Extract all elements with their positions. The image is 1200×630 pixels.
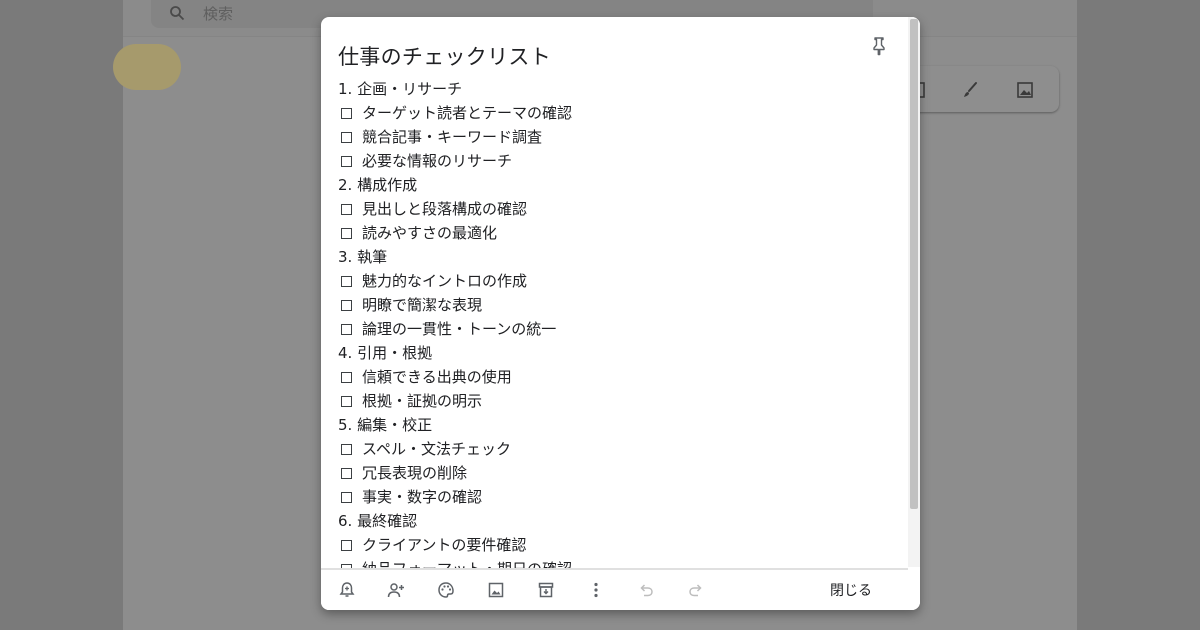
checkbox-icon[interactable] xyxy=(341,107,352,119)
checkbox-icon[interactable] xyxy=(341,395,352,407)
checkbox-icon[interactable] xyxy=(341,227,352,239)
section-heading-text: 3. 執筆 xyxy=(338,248,388,266)
checklist-item-text: 信頼できる出典の使用 xyxy=(362,368,512,386)
checklist-item[interactable]: 魅力的なイントロの作成 xyxy=(338,269,898,293)
section-heading[interactable]: 2. 構成作成 xyxy=(338,173,898,197)
add-image-icon[interactable] xyxy=(487,581,505,599)
section-heading-text: 4. 引用・根拠 xyxy=(338,344,433,362)
image-icon[interactable] xyxy=(1015,80,1035,100)
checkbox-icon[interactable] xyxy=(341,371,352,383)
search-placeholder: 検索 xyxy=(203,4,234,23)
undo-icon[interactable] xyxy=(637,581,655,599)
take-note-bar[interactable] xyxy=(903,66,1059,112)
checklist-item[interactable]: 信頼できる出典の使用 xyxy=(338,365,898,389)
more-icon[interactable] xyxy=(587,581,605,599)
checkbox-icon[interactable] xyxy=(341,323,352,335)
section-heading[interactable]: 6. 最終確認 xyxy=(338,509,898,533)
checklist-item-text: ターゲット読者とテーマの確認 xyxy=(362,104,573,122)
checklist-item[interactable]: ターゲット読者とテーマの確認 xyxy=(338,101,898,125)
redo-icon[interactable] xyxy=(687,581,705,599)
section-heading[interactable]: 1. 企画・リサーチ xyxy=(338,77,898,101)
checkbox-icon[interactable] xyxy=(341,155,352,167)
checkbox-icon[interactable] xyxy=(341,443,352,455)
section-heading[interactable]: 4. 引用・根拠 xyxy=(338,341,898,365)
checklist-item-text: 魅力的なイントロの作成 xyxy=(362,272,528,290)
brush-icon[interactable] xyxy=(961,80,981,100)
checkbox-icon[interactable] xyxy=(341,299,352,311)
checkbox-icon[interactable] xyxy=(341,203,352,215)
section-heading-text: 2. 構成作成 xyxy=(338,176,418,194)
checklist-item-text: 論理の一貫性・トーンの統一 xyxy=(362,320,557,338)
checklist-item-text: 必要な情報のリサーチ xyxy=(362,152,513,170)
checklist-item-text: 冗長表現の削除 xyxy=(362,464,468,482)
note-toolbar: 閉じる xyxy=(321,570,920,610)
collaborator-icon[interactable] xyxy=(387,581,405,599)
checklist-item[interactable]: 根拠・証拠の明示 xyxy=(338,389,898,413)
checklist-item[interactable]: 明瞭で簡潔な表現 xyxy=(338,293,898,317)
checklist-item[interactable]: 必要な情報のリサーチ xyxy=(338,149,898,173)
checklist-item-text: 読みやすさの最適化 xyxy=(362,224,498,242)
checkbox-icon[interactable] xyxy=(341,275,352,287)
note-title[interactable]: 仕事のチェックリスト xyxy=(338,47,551,68)
checklist-item-text: 競合記事・キーワード調査 xyxy=(362,128,543,146)
scrollbar-thumb[interactable] xyxy=(910,19,918,509)
section-heading[interactable]: 3. 執筆 xyxy=(338,245,898,269)
palette-icon[interactable] xyxy=(437,581,455,599)
checklist-item-text: 明瞭で簡潔な表現 xyxy=(362,296,483,314)
checklist-item[interactable]: 論理の一貫性・トーンの統一 xyxy=(338,317,898,341)
note-editor-dialog: 仕事のチェックリスト 1. 企画・リサーチターゲット読者とテーマの確認 競合記事・… xyxy=(321,17,920,610)
checklist-item-text: 納品フォーマット・期日の確認 xyxy=(362,557,572,568)
checklist-item-text: 見出しと段落構成の確認 xyxy=(362,200,528,218)
checklist-item-text: クライアントの要件確認 xyxy=(362,536,527,554)
checklist-item[interactable]: 納品フォーマット・期日の確認 xyxy=(338,557,898,568)
checklist-item[interactable]: 冗長表現の削除 xyxy=(338,461,898,485)
section-heading[interactable]: 5. 編集・校正 xyxy=(338,413,898,437)
section-heading-text: 1. 企画・リサーチ xyxy=(338,80,463,98)
checkbox-icon[interactable] xyxy=(341,131,352,143)
checklist-item[interactable]: 事実・数字の確認 xyxy=(338,485,898,509)
checklist-item-text: スペル・文法チェック xyxy=(362,440,511,458)
checklist-item[interactable]: スペル・文法チェック xyxy=(338,437,898,461)
checklist-item[interactable]: 読みやすさの最適化 xyxy=(338,221,898,245)
section-heading-text: 5. 編集・校正 xyxy=(338,416,433,434)
left-dim-area xyxy=(0,0,123,630)
close-button[interactable]: 閉じる xyxy=(830,580,872,600)
checklist-item[interactable]: 見出しと段落構成の確認 xyxy=(338,197,898,221)
pin-icon[interactable] xyxy=(869,36,889,56)
sidebar-item-notes[interactable] xyxy=(113,44,181,90)
checklist-item[interactable]: 競合記事・キーワード調査 xyxy=(338,125,898,149)
reminder-icon[interactable] xyxy=(338,581,356,599)
archive-icon[interactable] xyxy=(537,581,555,599)
checkbox-icon[interactable] xyxy=(341,491,352,503)
checklist-item[interactable]: クライアントの要件確認 xyxy=(338,533,898,557)
checklist-item-text: 事実・数字の確認 xyxy=(362,488,483,506)
search-icon xyxy=(170,6,185,21)
section-heading-text: 6. 最終確認 xyxy=(338,512,418,530)
checklist-item-text: 根拠・証拠の明示 xyxy=(362,392,483,410)
checkbox-icon[interactable] xyxy=(341,539,352,551)
note-body[interactable]: 1. 企画・リサーチターゲット読者とテーマの確認 競合記事・キーワード調査 必要な情… xyxy=(338,77,898,568)
right-dim-area xyxy=(1077,0,1200,630)
checkbox-icon[interactable] xyxy=(341,467,352,479)
